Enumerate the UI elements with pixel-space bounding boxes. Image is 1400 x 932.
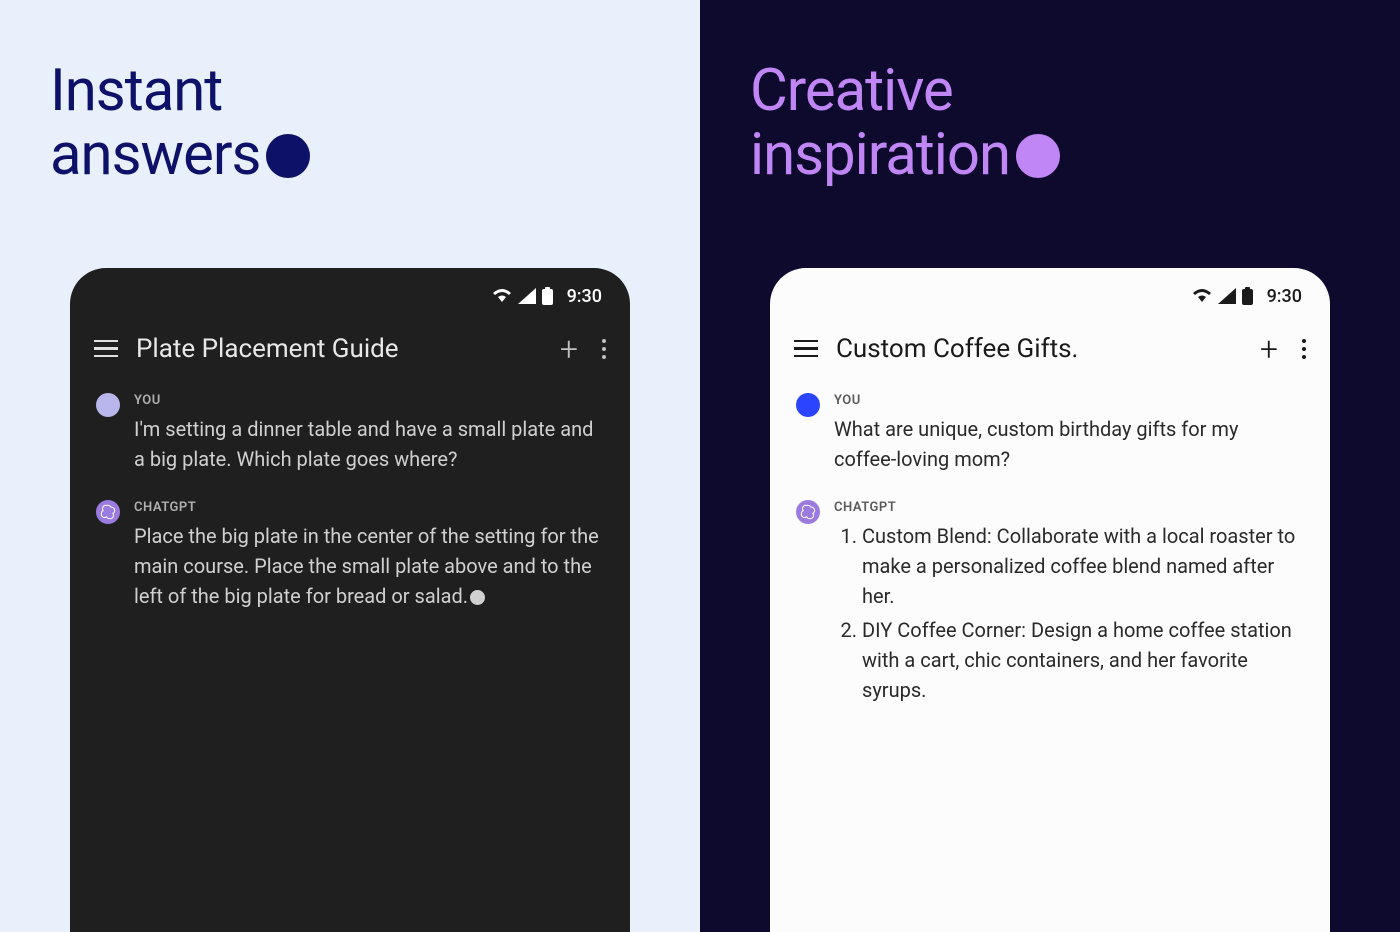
message-assistant: CHATGPT Place the big plate in the cente…: [96, 500, 604, 611]
wifi-icon: [492, 288, 512, 304]
avatar-user: [96, 393, 120, 417]
more-icon[interactable]: [1302, 339, 1306, 359]
heading-line2: answers: [50, 124, 260, 188]
message-content: CHATGPT Place the big plate in the cente…: [134, 500, 604, 611]
heading-line1: Instant: [50, 60, 650, 124]
sender-label: YOU: [134, 393, 604, 408]
new-chat-icon[interactable]: +: [1260, 333, 1278, 365]
battery-icon: [1242, 287, 1253, 305]
signal-icon: [1218, 288, 1236, 304]
heading-dot-icon: [1016, 134, 1060, 178]
app-header: Plate Placement Guide +: [70, 319, 630, 383]
message-text: Place the big plate in the center of the…: [134, 521, 604, 611]
sender-label: CHATGPT: [834, 500, 1304, 515]
status-bar: 9:30: [770, 268, 1330, 319]
menu-icon[interactable]: [794, 340, 818, 358]
list-item: Custom Blend: Collaborate with a local r…: [862, 521, 1304, 611]
wifi-icon: [1192, 288, 1212, 304]
header-actions: +: [560, 333, 606, 365]
assistant-text: Place the big plate in the center of the…: [134, 524, 599, 608]
heading-line1: Creative: [750, 60, 1350, 124]
phone-mockup-light: 9:30 Custom Coffee Gifts. + YOU Wha: [770, 268, 1330, 932]
message-text: I'm setting a dinner table and have a sm…: [134, 414, 604, 474]
message-content: CHATGPT Custom Blend: Collaborate with a…: [834, 500, 1304, 709]
status-bar: 9:30: [70, 268, 630, 319]
sender-label: CHATGPT: [134, 500, 604, 515]
panel-creative-inspiration: Creative inspiration 9:30 Custom: [700, 0, 1400, 932]
status-time: 9:30: [567, 286, 602, 307]
message-user: YOU I'm setting a dinner table and have …: [96, 393, 604, 474]
chat-body: YOU I'm setting a dinner table and have …: [70, 383, 630, 647]
heading-left: Instant answers: [50, 60, 650, 188]
message-content: YOU I'm setting a dinner table and have …: [134, 393, 604, 474]
avatar-user: [796, 393, 820, 417]
chat-body: YOU What are unique, custom birthday gif…: [770, 383, 1330, 745]
message-content: YOU What are unique, custom birthday gif…: [834, 393, 1304, 474]
chat-title: Custom Coffee Gifts.: [836, 334, 1242, 364]
chat-title: Plate Placement Guide: [136, 334, 542, 364]
heading-line2: inspiration: [750, 124, 1010, 188]
new-chat-icon[interactable]: +: [560, 333, 578, 365]
more-icon[interactable]: [602, 339, 606, 359]
battery-icon: [542, 287, 553, 305]
header-actions: +: [1260, 333, 1306, 365]
list-item: DIY Coffee Corner: Design a home coffee …: [862, 615, 1304, 705]
sender-label: YOU: [834, 393, 1304, 408]
avatar-chatgpt: [796, 500, 820, 524]
app-header: Custom Coffee Gifts. +: [770, 319, 1330, 383]
message-text: Custom Blend: Collaborate with a local r…: [834, 521, 1304, 705]
menu-icon[interactable]: [94, 340, 118, 358]
avatar-chatgpt: [96, 500, 120, 524]
chatgpt-logo-icon: [100, 504, 116, 520]
status-time: 9:30: [1267, 286, 1302, 307]
heading-line2-wrap: answers: [50, 124, 650, 188]
panel-instant-answers: Instant answers 9:30 Plate Place: [0, 0, 700, 932]
heading-dot-icon: [266, 134, 310, 178]
message-assistant: CHATGPT Custom Blend: Collaborate with a…: [796, 500, 1304, 709]
heading-right: Creative inspiration: [750, 60, 1350, 188]
heading-line2-wrap: inspiration: [750, 124, 1350, 188]
message-text: What are unique, custom birthday gifts f…: [834, 414, 1304, 474]
chatgpt-logo-icon: [800, 504, 816, 520]
assistant-list: Custom Blend: Collaborate with a local r…: [834, 521, 1304, 705]
typing-cursor-icon: [470, 590, 485, 605]
phone-mockup-dark: 9:30 Plate Placement Guide + YOU I': [70, 268, 630, 932]
message-user: YOU What are unique, custom birthday gif…: [796, 393, 1304, 474]
signal-icon: [518, 288, 536, 304]
